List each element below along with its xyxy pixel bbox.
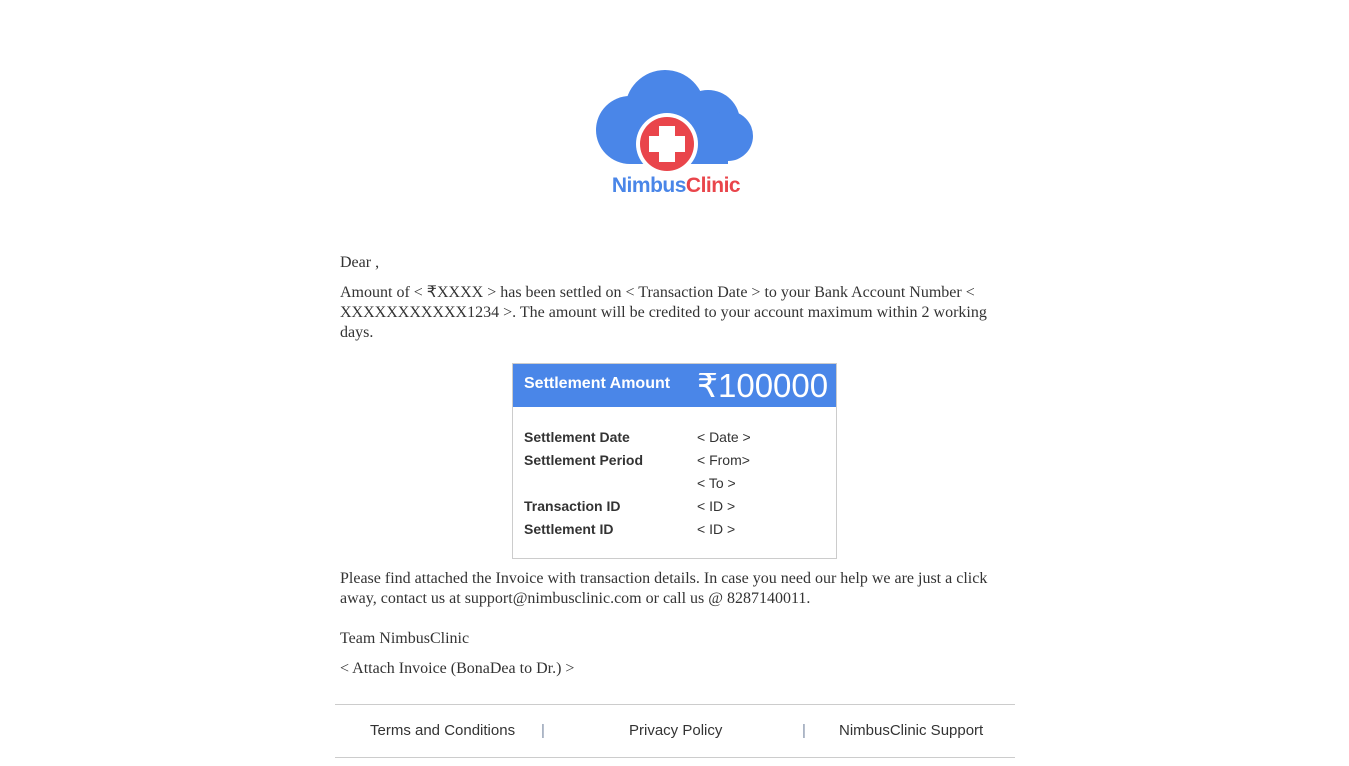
footer-separator: | xyxy=(802,722,806,739)
settlement-card-header: Settlement Amount ₹100000 xyxy=(513,364,836,407)
help-text: Please find attached the Invoice with tr… xyxy=(340,570,988,607)
brand-name-part1: Nimbus xyxy=(611,174,687,197)
settlement-card: Settlement Amount ₹100000 Settlement Dat… xyxy=(512,363,837,559)
settlement-amount-label: Settlement Amount xyxy=(524,375,671,392)
privacy-link[interactable]: Privacy Policy xyxy=(629,722,722,739)
detail-value: < ID > xyxy=(697,521,736,537)
footer-separator: | xyxy=(541,722,545,739)
nimbusclinic-logo: NimbusClinic xyxy=(596,70,756,200)
settlement-message: Amount of < ₹XXXX > has been settled on … xyxy=(340,284,987,341)
greeting: Dear , xyxy=(340,254,380,271)
attach-invoice-note: < Attach Invoice (BonaDea to Dr.) > xyxy=(340,660,575,677)
detail-label: Settlement Period xyxy=(524,452,644,468)
brand-name-part2: Clinic xyxy=(685,174,741,197)
detail-label: Transaction ID xyxy=(524,498,621,514)
detail-value: < To > xyxy=(697,475,736,491)
detail-label: Settlement ID xyxy=(524,521,614,537)
detail-value: < From> xyxy=(697,452,750,468)
detail-value: < ID > xyxy=(697,498,736,514)
brand-name: NimbusClinic xyxy=(596,174,756,198)
cloud-cross-icon xyxy=(596,70,753,175)
terms-link[interactable]: Terms and Conditions xyxy=(370,722,515,739)
settlement-amount-value: ₹100000 xyxy=(697,367,829,404)
signoff: Team NimbusClinic xyxy=(340,630,470,647)
support-link[interactable]: NimbusClinic Support xyxy=(839,722,983,739)
footer-links: Terms and Conditions | Privacy Policy | … xyxy=(335,704,1015,758)
detail-label: Settlement Date xyxy=(524,429,630,445)
detail-value: < Date > xyxy=(697,429,751,445)
